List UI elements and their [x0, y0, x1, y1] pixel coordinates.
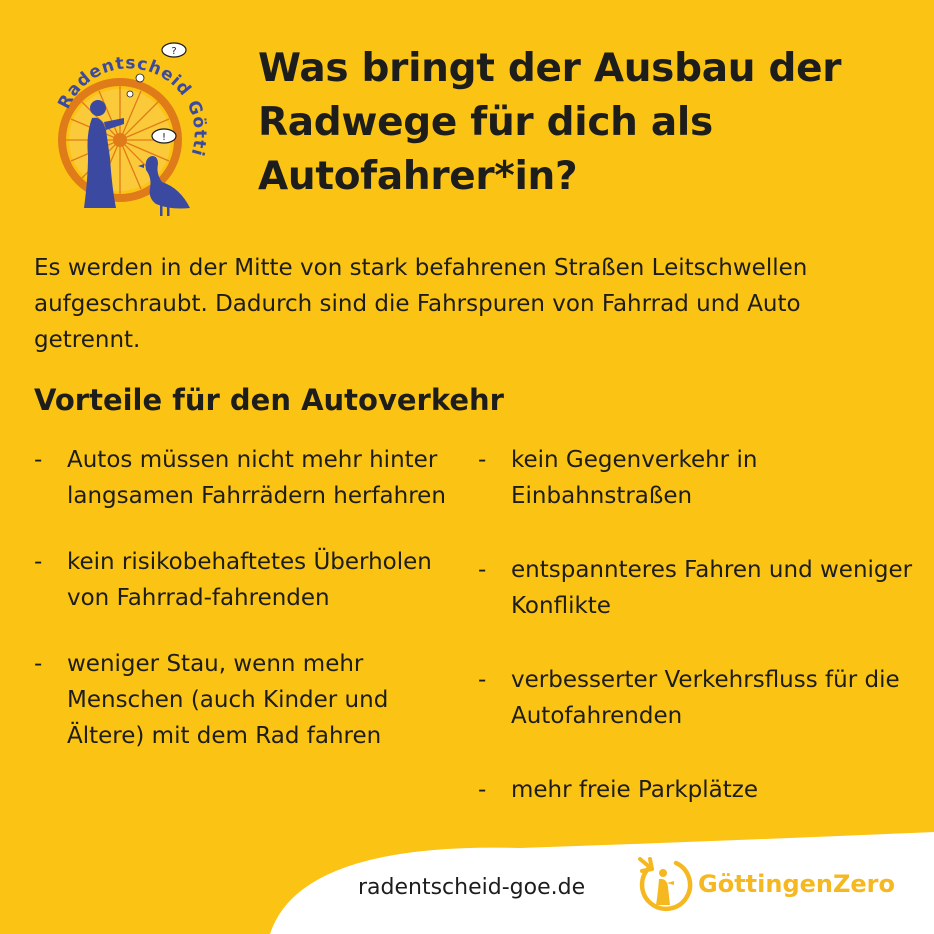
- brand-name: GöttingenZero: [698, 870, 895, 898]
- list-item: - kein Gegenverkehr in Einbahnstraßen: [478, 442, 918, 514]
- dash-bullet: -: [34, 447, 43, 473]
- advantages-left-list: - Autos müssen nicht mehr hinter langsam…: [34, 442, 454, 754]
- list-item-text: Autos müssen nicht mehr hinter langsamen…: [67, 447, 446, 509]
- list-item-text: weniger Stau, wenn mehr Menschen (auch K…: [67, 651, 389, 749]
- section-heading: Vorteile für den Autoverkehr: [34, 383, 504, 417]
- dash-bullet: -: [34, 651, 43, 677]
- advantages-right-list: - kein Gegenverkehr in Einbahnstraßen - …: [478, 442, 918, 808]
- dash-bullet: -: [478, 447, 487, 473]
- dash-bullet: -: [478, 777, 487, 803]
- list-item: - mehr freie Parkplätze: [478, 772, 918, 808]
- list-item: - kein risikobehaftetes Überholen von Fa…: [34, 544, 454, 616]
- radentscheid-logo: ? ! Radentscheid Göttingen: [40, 38, 209, 216]
- dash-bullet: -: [478, 667, 487, 693]
- list-item-text: kein risikobehaftetes Überholen von Fahr…: [67, 549, 432, 611]
- website-link[interactable]: radentscheid-goe.de: [358, 873, 585, 903]
- goose-girl-circle-icon: [638, 857, 693, 912]
- svg-text:!: !: [162, 132, 166, 143]
- dash-bullet: -: [34, 549, 43, 575]
- dash-bullet: -: [478, 557, 487, 583]
- list-item-text: kein Gegenverkehr in Einbahnstraßen: [511, 447, 758, 509]
- svg-text:?: ?: [171, 46, 176, 57]
- list-item: - Autos müssen nicht mehr hinter langsam…: [34, 442, 454, 514]
- list-item-text: mehr freie Parkplätze: [511, 777, 758, 803]
- list-item-text: entspannteres Fahren und weniger Konflik…: [511, 557, 913, 619]
- page-title: Was bringt der Ausbau der Radwege für di…: [258, 46, 842, 199]
- goettingen-zero-logo: GöttingenZero: [636, 853, 906, 917]
- list-item: - entspannteres Fahren und weniger Konfl…: [478, 552, 918, 624]
- intro-paragraph: Es werden in der Mitte von stark befahre…: [34, 255, 808, 353]
- list-item-text: verbesserter Verkehrsfluss für die Autof…: [511, 667, 900, 729]
- list-item: - verbesserter Verkehrsfluss für die Aut…: [478, 662, 918, 734]
- list-item: - weniger Stau, wenn mehr Menschen (auch…: [34, 646, 454, 754]
